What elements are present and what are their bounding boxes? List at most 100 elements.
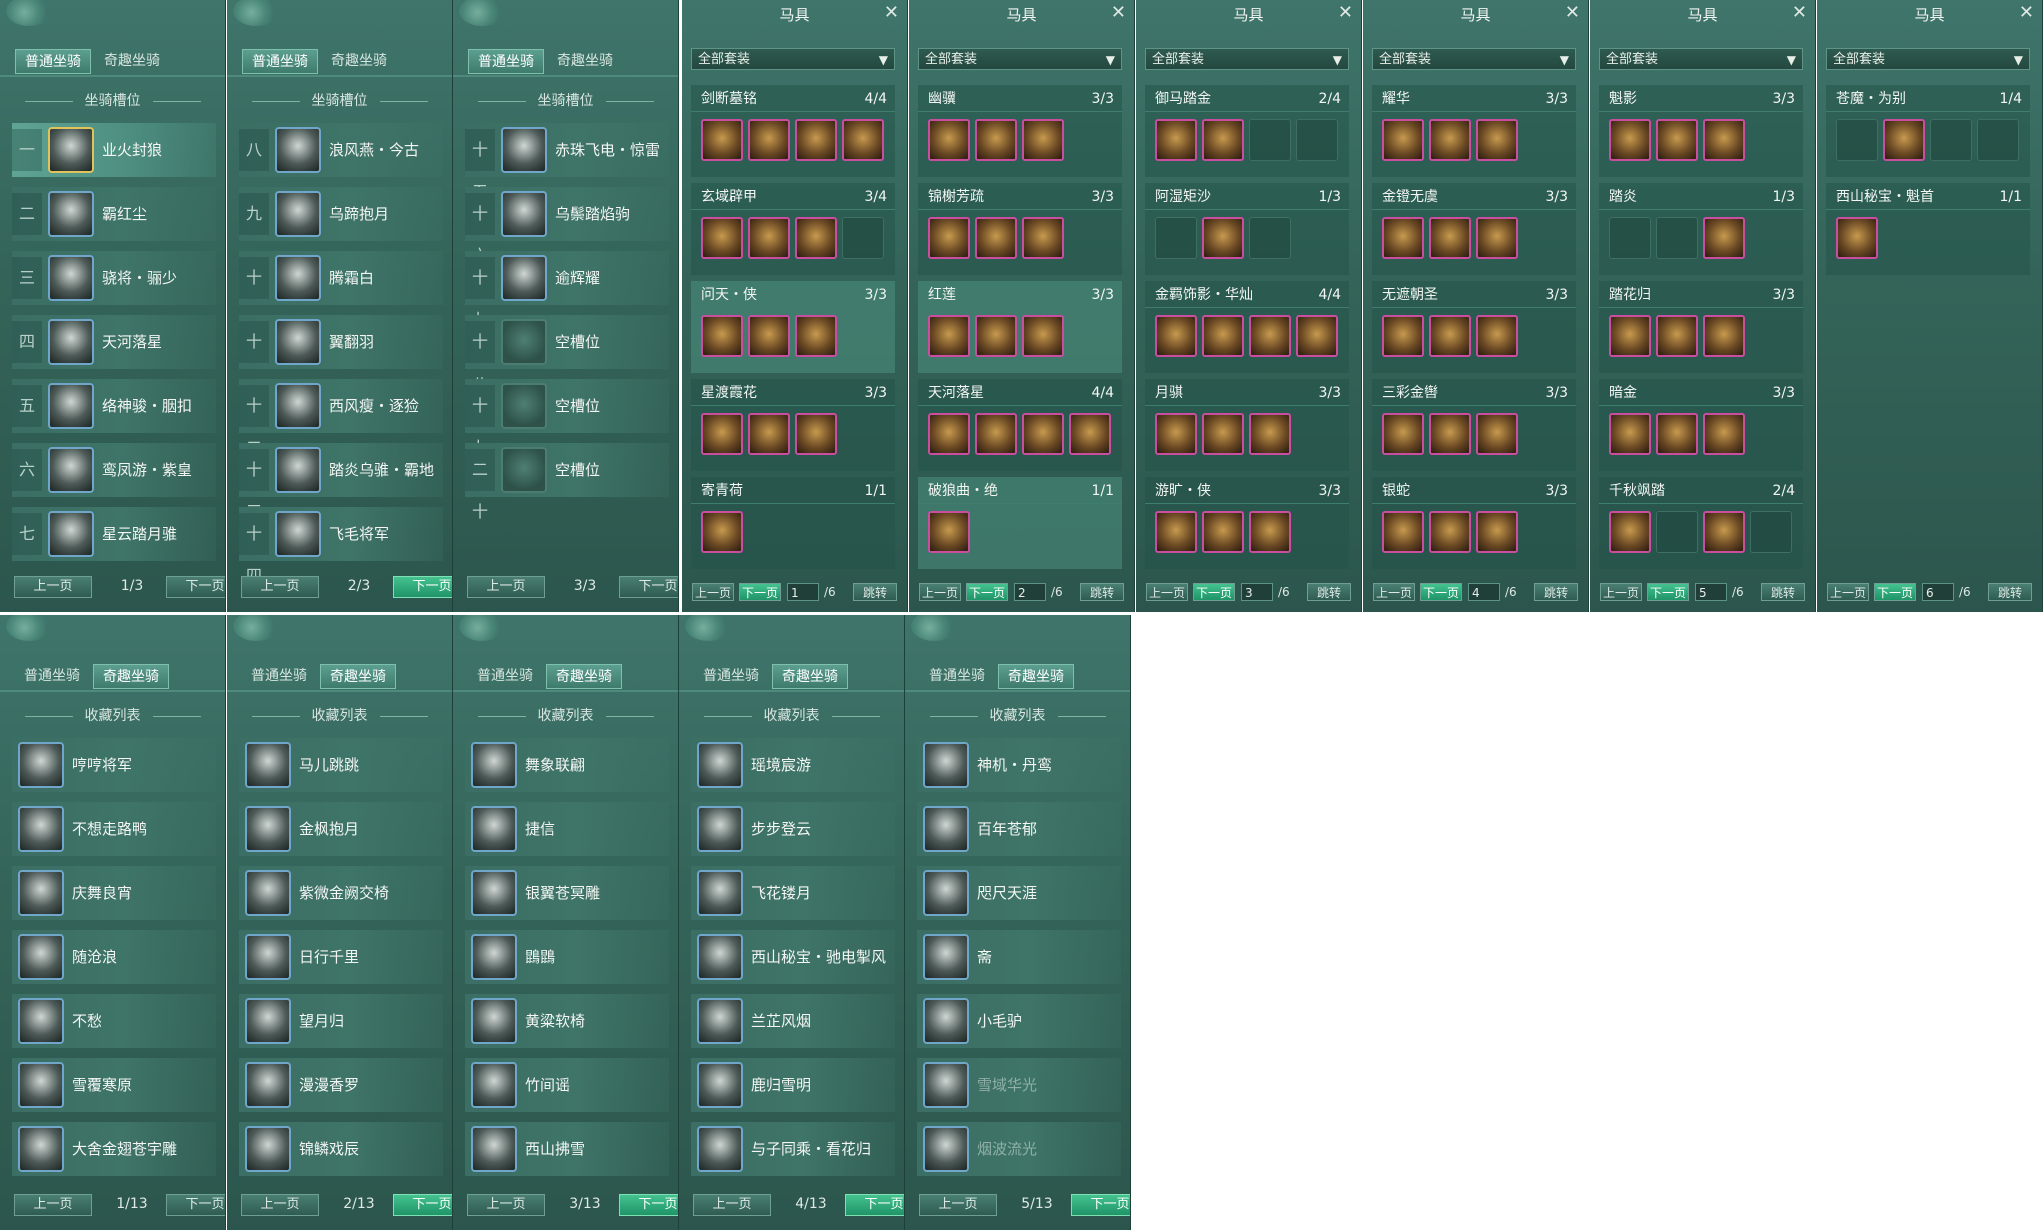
mount-slot-row[interactable]: 十五 赤珠飞电・惊雷 [465, 123, 669, 201]
gear-item-icon[interactable] [748, 413, 790, 455]
next-page-button[interactable]: 下一页 [1420, 583, 1462, 601]
gear-item-icon[interactable] [1022, 413, 1064, 455]
gear-set[interactable]: 银蛇 3/3 [1372, 477, 1576, 569]
collection-row[interactable]: 锦鳞戏辰 [239, 1122, 443, 1176]
collection-row[interactable]: 不想走路鸭 [12, 802, 216, 856]
gear-item-icon[interactable] [1069, 413, 1111, 455]
collection-row[interactable]: 瑶境宸游 [691, 738, 895, 792]
prev-page-button[interactable]: 上一页 [1146, 583, 1188, 601]
prev-page-button[interactable]: 上一页 [467, 576, 545, 598]
gear-item-icon[interactable] [1202, 413, 1244, 455]
set-filter-dropdown[interactable]: 全部套装 ▼ [1599, 48, 1803, 70]
close-icon[interactable]: ✕ [1338, 4, 1353, 22]
gear-item-icon[interactable] [928, 217, 970, 259]
gear-set[interactable]: 天河落星 4/4 [918, 379, 1122, 471]
collection-row[interactable]: 西山拂雪 [465, 1122, 669, 1176]
gear-item-icon[interactable] [1703, 315, 1745, 357]
gear-set[interactable]: 暗金 3/3 [1599, 379, 1803, 471]
gear-item-icon[interactable] [795, 413, 837, 455]
gear-set[interactable]: 玄域辟甲 3/4 [691, 183, 895, 275]
collection-row[interactable]: 步步登云 [691, 802, 895, 856]
collection-row[interactable]: 小毛驴 [917, 994, 1121, 1048]
gear-item-icon[interactable] [701, 413, 743, 455]
mount-slot-row[interactable]: 一 业火封狼 [12, 123, 216, 177]
collection-row[interactable]: 紫微金阙交椅 [239, 866, 443, 920]
gear-item-icon[interactable] [1022, 217, 1064, 259]
gear-item-icon[interactable] [1476, 315, 1518, 357]
gear-item-icon[interactable] [1202, 511, 1244, 553]
gear-item-icon[interactable] [1703, 217, 1745, 259]
close-icon[interactable]: ✕ [1565, 4, 1580, 22]
jump-button[interactable]: 跳转 [1988, 583, 2032, 601]
jump-button[interactable]: 跳转 [853, 583, 897, 601]
mount-slot-row[interactable]: 十三 踏炎乌骓・霸地 [239, 443, 443, 521]
mount-slot-row[interactable]: 三 骁将・骊少 [12, 251, 216, 305]
gear-item-icon[interactable] [1656, 119, 1698, 161]
set-filter-dropdown[interactable]: 全部套装 ▼ [1145, 48, 1349, 70]
jump-button[interactable]: 跳转 [1080, 583, 1124, 601]
collection-row[interactable]: 雪域华光 [917, 1058, 1121, 1112]
gear-item-icon[interactable] [1656, 413, 1698, 455]
gear-item-icon[interactable] [1429, 119, 1471, 161]
tab-normal-mounts[interactable]: 普通坐骑 [468, 664, 542, 689]
gear-item-icon[interactable] [1382, 315, 1424, 357]
close-icon[interactable]: ✕ [884, 4, 899, 22]
gear-set[interactable]: 问天・侠 3/3 [691, 281, 895, 373]
gear-set[interactable]: 踏花归 3/3 [1599, 281, 1803, 373]
gear-item-icon[interactable] [1296, 315, 1338, 357]
set-filter-dropdown[interactable]: 全部套装 ▼ [691, 48, 895, 70]
jump-button[interactable]: 跳转 [1761, 583, 1805, 601]
gear-item-icon[interactable] [1382, 511, 1424, 553]
gear-item-icon[interactable] [1703, 119, 1745, 161]
mount-slot-row[interactable]: 五 络神骏・胭扣 [12, 379, 216, 433]
collection-row[interactable]: 百年苍郁 [917, 802, 1121, 856]
tab-normal-mounts[interactable]: 普通坐骑 [920, 664, 994, 689]
gear-item-icon[interactable] [1382, 217, 1424, 259]
collection-row[interactable]: 咫尺天涯 [917, 866, 1121, 920]
page-input[interactable]: 2 [1014, 583, 1046, 601]
prev-page-button[interactable]: 上一页 [467, 1194, 545, 1216]
prev-page-button[interactable]: 上一页 [241, 1194, 319, 1216]
collection-row[interactable]: 哼哼将军 [12, 738, 216, 792]
mount-slot-row[interactable]: 十八 空槽位 [465, 315, 669, 393]
mount-slot-row[interactable]: 二十 空槽位 [465, 443, 669, 521]
collection-row[interactable]: 与子同乘・看花归 [691, 1122, 895, 1176]
gear-set[interactable]: 魁影 3/3 [1599, 85, 1803, 177]
gear-item-icon[interactable] [701, 315, 743, 357]
gear-set[interactable]: 金镫无虞 3/3 [1372, 183, 1576, 275]
gear-item-icon[interactable] [975, 217, 1017, 259]
gear-item-icon[interactable] [748, 315, 790, 357]
tab-normal-mounts[interactable]: 普通坐骑 [242, 664, 316, 689]
gear-item-icon[interactable] [1155, 511, 1197, 553]
gear-item-icon[interactable] [1249, 413, 1291, 455]
jump-button[interactable]: 跳转 [1307, 583, 1351, 601]
gear-set[interactable]: 西山秘宝・魁首 1/1 [1826, 183, 2030, 275]
collection-row[interactable]: 漫漫香罗 [239, 1058, 443, 1112]
gear-item-icon[interactable] [1022, 315, 1064, 357]
collection-row[interactable]: 黄粱软椅 [465, 994, 669, 1048]
gear-item-icon[interactable] [1429, 217, 1471, 259]
tab-fun-mounts[interactable]: 奇趣坐骑 [772, 664, 848, 689]
collection-row[interactable]: 舞象联翩 [465, 738, 669, 792]
gear-set[interactable]: 千秋飒踏 2/4 [1599, 477, 1803, 569]
collection-row[interactable]: 鹿归雪明 [691, 1058, 895, 1112]
tab-fun-mounts[interactable]: 奇趣坐骑 [548, 49, 622, 74]
tab-normal-mounts[interactable]: 普通坐骑 [15, 664, 89, 689]
tab-normal-mounts[interactable]: 普通坐骑 [468, 49, 544, 74]
gear-item-icon[interactable] [1476, 511, 1518, 553]
gear-item-icon[interactable] [1202, 315, 1244, 357]
gear-item-icon[interactable] [1703, 511, 1745, 553]
gear-item-icon[interactable] [1429, 413, 1471, 455]
gear-item-icon[interactable] [975, 413, 1017, 455]
next-page-button[interactable]: 下一页 [1071, 1194, 1130, 1216]
gear-set[interactable]: 阿湿矩沙 1/3 [1145, 183, 1349, 275]
gear-item-icon[interactable] [842, 119, 884, 161]
collection-row[interactable]: 西山秘宝・驰电掣风 [691, 930, 895, 984]
prev-page-button[interactable]: 上一页 [693, 1194, 771, 1216]
gear-item-icon[interactable] [1155, 119, 1197, 161]
prev-page-button[interactable]: 上一页 [1373, 583, 1415, 601]
gear-item-icon[interactable] [1382, 119, 1424, 161]
close-icon[interactable]: ✕ [1792, 4, 1807, 22]
tab-fun-mounts[interactable]: 奇趣坐骑 [93, 664, 169, 689]
gear-item-icon[interactable] [701, 217, 743, 259]
